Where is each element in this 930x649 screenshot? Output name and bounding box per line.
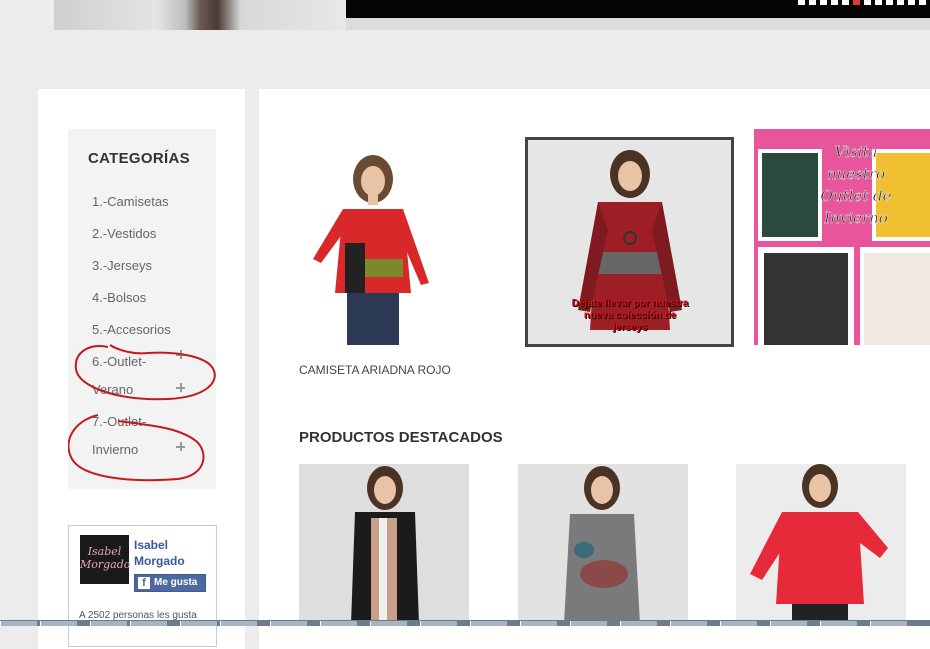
taskbar-item[interactable]: [670, 621, 707, 626]
category-outlet-verano-line2[interactable]: Verano: [92, 382, 133, 397]
category-jerseys[interactable]: 3.-Jerseys: [92, 258, 152, 273]
promo-outlet-text: Visita nuestro Outlet de Invierno: [820, 143, 892, 227]
taskbar-item[interactable]: [820, 621, 857, 626]
category-outlet-invierno-line1: 7.-Outlet-: [92, 414, 147, 429]
category-bolsos[interactable]: 4.-Bolsos: [92, 290, 146, 305]
category-vestidos[interactable]: 2.-Vestidos: [92, 226, 156, 241]
slider-dot[interactable]: [798, 0, 805, 5]
slider-dot[interactable]: [809, 0, 816, 5]
category-outlet-verano[interactable]: 6.-Outlet-: [92, 354, 146, 369]
category-accesorios[interactable]: 5.-Accesorios: [92, 322, 171, 337]
like-button-label: Me gusta: [154, 577, 198, 588]
promo-jerseys-text: Déjate llevar por nuestra nueva colecció…: [571, 298, 689, 333]
taskbar-item[interactable]: [270, 621, 307, 626]
hero-slide-panel: [346, 0, 930, 18]
taskbar-item[interactable]: [870, 621, 907, 626]
taskbar-item[interactable]: [130, 621, 167, 626]
taskbar-item[interactable]: [620, 621, 657, 626]
facebook-f-icon: f: [138, 577, 150, 589]
categories-title: CATEGORÍAS: [88, 150, 190, 167]
taskbar-item[interactable]: [570, 621, 607, 626]
plus-icon[interactable]: [176, 442, 185, 451]
main-content: CAMISETA ARIADNA ROJO Déjate llevar por …: [259, 89, 930, 649]
slider-dot[interactable]: [908, 0, 915, 5]
facebook-like-box: Isabel Morgado Isabel Morgado f Me gusta…: [68, 525, 217, 647]
taskbar-item[interactable]: [180, 621, 217, 626]
slider-dot[interactable]: [919, 0, 926, 5]
taskbar-item[interactable]: [470, 621, 507, 626]
category-outlet-verano-line1: 6.-Outlet-: [92, 354, 147, 369]
slider-dot[interactable]: [886, 0, 893, 5]
page-logo[interactable]: Isabel Morgado: [80, 535, 130, 584]
taskbar-item[interactable]: [720, 621, 757, 626]
category-outlet-invierno[interactable]: 7.-Outlet-: [92, 414, 146, 429]
taskbar-item[interactable]: [90, 621, 127, 626]
plus-icon[interactable]: [176, 350, 185, 359]
taskbar-item[interactable]: [320, 621, 357, 626]
slider-dots: [798, 0, 926, 5]
category-outlet-invierno-line2[interactable]: Invierno: [92, 442, 138, 457]
slider-dot[interactable]: [864, 0, 871, 5]
categories-box: CATEGORÍAS 1.-Camisetas 2.-Vestidos 3.-J…: [68, 129, 216, 489]
slider-dot[interactable]: [820, 0, 827, 5]
plus-icon[interactable]: [176, 383, 185, 392]
featured-product-1[interactable]: [299, 464, 469, 624]
sidebar: CATEGORÍAS 1.-Camisetas 2.-Vestidos 3.-J…: [38, 89, 245, 649]
promo-jerseys-banner[interactable]: Déjate llevar por nuestra nueva colecció…: [525, 137, 734, 347]
hero-photo: [54, 0, 346, 30]
promo-outlet-invierno-banner[interactable]: Visita nuestro Outlet de Invierno: [754, 129, 930, 345]
featured-product-2[interactable]: [518, 464, 688, 624]
taskbar-item[interactable]: [370, 621, 407, 626]
slider-dot[interactable]: [897, 0, 904, 5]
slider-dot[interactable]: [842, 0, 849, 5]
slider-dot[interactable]: [853, 0, 860, 5]
product-image-camiseta-ariadna[interactable]: [299, 143, 449, 355]
hero-slider[interactable]: [54, 0, 930, 30]
facebook-like-button[interactable]: f Me gusta: [134, 574, 206, 592]
taskbar: [0, 620, 930, 626]
taskbar-item[interactable]: [520, 621, 557, 626]
featured-product-3[interactable]: [736, 464, 906, 624]
category-camisetas[interactable]: 1.-Camisetas: [92, 194, 169, 209]
taskbar-item[interactable]: [40, 621, 77, 626]
featured-product-caption[interactable]: CAMISETA ARIADNA ROJO: [299, 363, 451, 377]
taskbar-item[interactable]: [0, 621, 37, 626]
slider-dot[interactable]: [831, 0, 838, 5]
taskbar-item[interactable]: [420, 621, 457, 626]
taskbar-item[interactable]: [770, 621, 807, 626]
featured-products-title: PRODUCTOS DESTACADOS: [299, 429, 503, 446]
taskbar-item[interactable]: [220, 621, 257, 626]
facebook-page-name[interactable]: Isabel Morgado: [134, 537, 214, 569]
slider-dot[interactable]: [875, 0, 882, 5]
